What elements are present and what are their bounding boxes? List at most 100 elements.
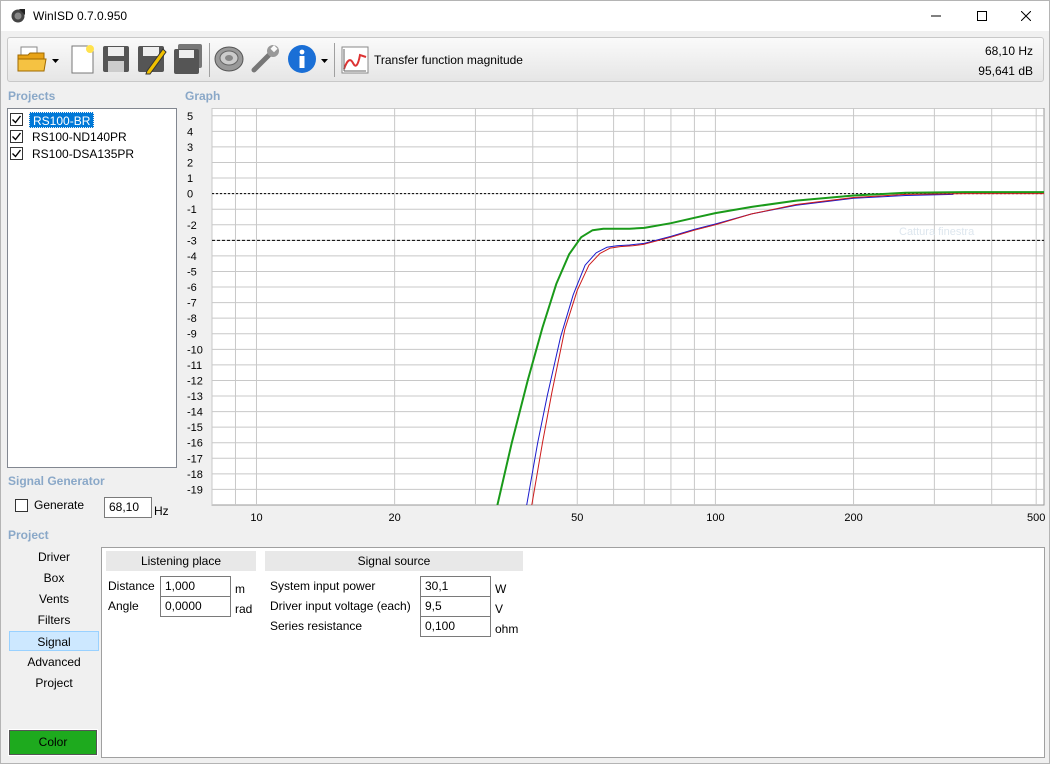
new-project-icon[interactable] xyxy=(66,43,98,75)
generator-frequency-input[interactable]: 68,10 xyxy=(104,497,152,518)
voltage-input[interactable]: 9,5 xyxy=(420,596,491,617)
y-tick-label: -12 xyxy=(187,375,203,387)
generate-toggle[interactable]: Generate xyxy=(15,498,84,512)
open-folder-icon[interactable] xyxy=(16,43,48,75)
y-tick-label: -11 xyxy=(187,360,202,372)
y-tick-label: -4 xyxy=(187,251,197,263)
toolbar-separator xyxy=(334,43,335,77)
distance-label: Distance xyxy=(108,579,155,593)
y-tick-label: -15 xyxy=(187,422,203,434)
x-tick-label: 50 xyxy=(571,512,583,523)
angle-input[interactable]: 0,0000 xyxy=(160,596,231,617)
y-tick-label: -10 xyxy=(187,344,203,356)
y-tick-label: -8 xyxy=(187,313,197,325)
y-tick-label: -18 xyxy=(187,469,203,481)
maximize-icon xyxy=(977,11,987,21)
nav-item-box[interactable]: Box xyxy=(9,568,99,588)
plot-area xyxy=(211,108,1045,506)
graph-tooltip: Cattura finestra xyxy=(899,226,975,238)
y-tick-label: 3 xyxy=(187,142,193,154)
y-tick-label: -9 xyxy=(187,329,197,341)
signal-panel: Listening place Distance 1,000 m Angle 0… xyxy=(101,547,1045,758)
distance-input[interactable]: 1,000 xyxy=(160,576,231,597)
project-item[interactable]: RS100-BR xyxy=(10,111,174,128)
x-tick-label: 200 xyxy=(844,512,862,523)
project-label: RS100-BR xyxy=(29,111,95,128)
nav-item-project[interactable]: Project xyxy=(9,673,99,693)
project-label: RS100-ND140PR xyxy=(32,129,127,144)
voltage-label: Driver input voltage (each) xyxy=(270,599,411,613)
angle-label: Angle xyxy=(108,599,139,613)
project-section-title: Project xyxy=(8,528,49,542)
y-tick-label: 5 xyxy=(187,111,193,123)
wrench-options-icon[interactable] xyxy=(250,43,282,75)
x-tick-label: 10 xyxy=(250,512,262,523)
projects-list[interactable]: RS100-BR RS100-ND140PR RS100-DSA135PR xyxy=(7,108,177,468)
save-all-icon[interactable] xyxy=(172,43,204,75)
y-tick-label: 4 xyxy=(187,126,193,138)
x-tick-label: 100 xyxy=(706,512,724,523)
power-label: System input power xyxy=(270,579,376,593)
nav-item-driver[interactable]: Driver xyxy=(9,547,99,567)
y-tick-label: -19 xyxy=(187,484,203,496)
app-logo-icon xyxy=(11,9,25,23)
distance-unit: m xyxy=(235,582,245,596)
driver-speaker-icon[interactable] xyxy=(213,43,245,75)
generate-checkbox[interactable] xyxy=(15,498,28,512)
project-item[interactable]: RS100-DSA135PR xyxy=(10,145,174,162)
y-tick-label: -14 xyxy=(187,407,203,419)
graph-title: Graph xyxy=(185,89,221,103)
resistance-label: Series resistance xyxy=(270,619,363,633)
edit-save-icon[interactable] xyxy=(135,43,167,75)
color-button[interactable]: Color xyxy=(8,729,98,756)
power-unit: W xyxy=(495,582,507,596)
title-bar: WinISD 0.7.0.950 xyxy=(1,1,1049,31)
y-tick-label: 1 xyxy=(187,173,193,185)
open-dropdown-arrow-icon[interactable] xyxy=(52,58,59,64)
project-checkbox[interactable] xyxy=(10,147,23,160)
close-icon xyxy=(1021,11,1031,21)
maximize-button[interactable] xyxy=(959,1,1005,31)
y-tick-label: -13 xyxy=(187,391,203,403)
y-tick-label: -1 xyxy=(187,204,197,216)
signal-source-header: Signal source xyxy=(265,551,523,571)
app-window: WinISD 0.7.0.950 Transfer function magni… xyxy=(0,0,1050,764)
y-tick-label: -16 xyxy=(187,438,203,450)
angle-unit: rad xyxy=(235,602,253,616)
nav-item-advanced[interactable]: Advanced xyxy=(9,652,99,672)
info-dropdown-arrow-icon[interactable] xyxy=(321,58,328,64)
power-input[interactable]: 30,1 xyxy=(420,576,491,597)
y-tick-label: 2 xyxy=(187,157,193,169)
checkmark-icon xyxy=(12,149,22,158)
listening-place-header: Listening place xyxy=(106,551,256,571)
checkmark-icon xyxy=(12,132,22,141)
checkmark-icon xyxy=(12,115,22,124)
minimize-button[interactable] xyxy=(913,1,959,31)
window-title: WinISD 0.7.0.950 xyxy=(33,9,128,23)
y-tick-label: -5 xyxy=(187,266,197,278)
main-toolbar: Transfer function magnitude 68,10 Hz 95,… xyxy=(7,37,1044,82)
y-tick-label: 0 xyxy=(187,189,193,201)
projects-title: Projects xyxy=(8,89,56,103)
resistance-input[interactable]: 0,100 xyxy=(420,616,491,637)
y-tick-label: -3 xyxy=(187,235,197,247)
nav-item-filters[interactable]: Filters xyxy=(9,610,99,630)
graph-type-dropdown[interactable]: Transfer function magnitude xyxy=(374,53,523,67)
y-tick-label: -7 xyxy=(187,298,197,310)
nav-item-vents[interactable]: Vents xyxy=(9,589,99,609)
close-button[interactable] xyxy=(1003,1,1049,31)
project-checkbox[interactable] xyxy=(10,113,23,126)
y-tick-label: -6 xyxy=(187,282,197,294)
project-item[interactable]: RS100-ND140PR xyxy=(10,128,174,145)
project-nav: Driver Box Vents Filters Signal Advanced… xyxy=(7,547,99,757)
project-checkbox[interactable] xyxy=(10,130,23,143)
info-icon[interactable] xyxy=(286,43,318,75)
x-tick-label: 20 xyxy=(389,512,401,523)
chart-view-icon[interactable] xyxy=(340,45,370,75)
nav-item-signal[interactable]: Signal xyxy=(9,631,99,651)
generate-label: Generate xyxy=(34,498,85,512)
level-readout: 95,641 dB xyxy=(978,64,1033,78)
response-graph[interactable]: 543210-1-2-3-4-5-6-7-8-9-10-11-12-13-14-… xyxy=(184,108,1046,523)
resistance-unit: ohm xyxy=(495,622,519,636)
save-icon[interactable] xyxy=(100,43,132,75)
